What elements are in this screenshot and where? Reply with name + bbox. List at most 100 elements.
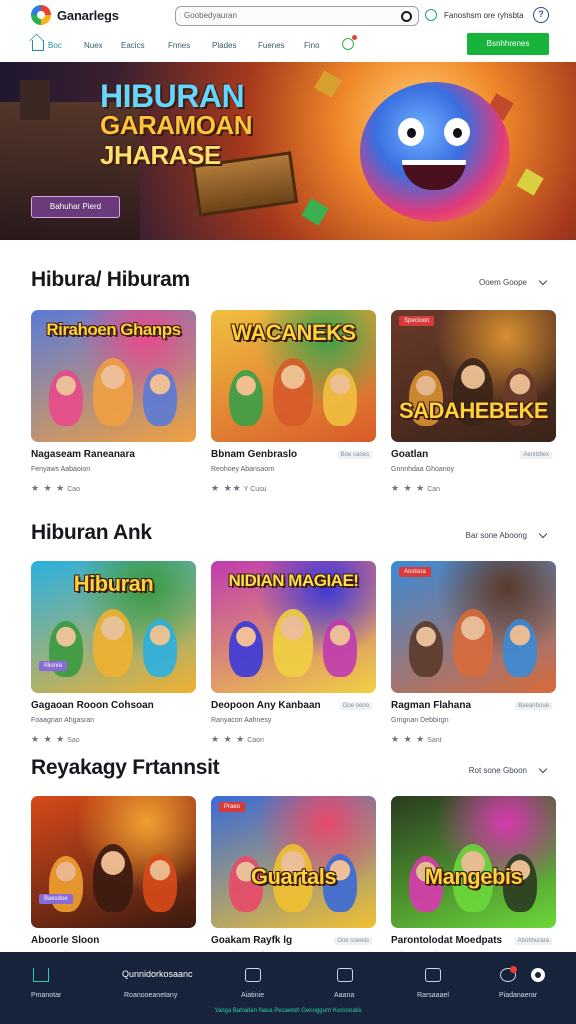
game-meta-badge: Ooe oeoo bbox=[339, 702, 372, 710]
game-title[interactable]: Aboorle Sloon bbox=[31, 935, 99, 946]
game-card[interactable]: SADAHEBEKE Spectoon Goatlan Aenrbbex Gnnnhda… bbox=[391, 310, 556, 498]
game-title[interactable]: Parontolodat Moedpats bbox=[391, 935, 502, 946]
top-bar: Ganarlegs Goobedyauran Fanoshsm ore ryhs… bbox=[0, 0, 576, 32]
brand-name[interactable]: Ganarlegs bbox=[57, 8, 119, 23]
character-figure bbox=[323, 368, 357, 426]
bottom-nav-label-6[interactable]: Piadanaerar bbox=[499, 992, 537, 999]
game-thumbnail[interactable]: Aostsoa bbox=[391, 561, 556, 693]
game-tag-badge: Spectoon bbox=[399, 316, 435, 326]
avatar[interactable] bbox=[531, 968, 545, 982]
notification-icon[interactable] bbox=[342, 35, 357, 50]
puzzle-icon[interactable] bbox=[425, 968, 441, 982]
chevron-down-icon[interactable] bbox=[538, 764, 548, 774]
rating-stars: ★ ★ ★ Can bbox=[391, 483, 440, 494]
game-card[interactable]: Hiburan Mionre Gagaoan Rooon Cohsoan Foaagn… bbox=[31, 561, 196, 749]
game-thumbnail[interactable]: Baesdoe bbox=[31, 796, 196, 928]
rating-stars: ★ ★ ★ Sant bbox=[391, 734, 442, 745]
star-icon: ★ ★★ bbox=[211, 483, 242, 493]
game-subtitle: Fenyaws Aabaoion bbox=[31, 466, 91, 473]
game-card[interactable]: Rirahoen Ghanps Nagaseam Raneanara Fenyaws… bbox=[31, 310, 196, 498]
star-icon: ★ ★ ★ bbox=[391, 483, 426, 493]
section-title: Reyakagy Frtannsit bbox=[31, 756, 220, 779]
game-thumbnail[interactable]: Rirahoen Ghanps bbox=[31, 310, 196, 442]
hero-title: HIBURAN GARAMOAN JHARASE bbox=[100, 80, 330, 170]
bottom-nav: Pmanotar Qunnidorkosaanc Roanooeanetany … bbox=[0, 952, 576, 1024]
gem-icon bbox=[516, 168, 544, 196]
game-thumbnail[interactable]: Guartals Praeo bbox=[211, 796, 376, 928]
game-thumbnail[interactable]: WACANEKS bbox=[211, 310, 376, 442]
game-art-title: Guartals bbox=[250, 864, 337, 889]
rating-stars: ★ ★★ Y Cusu bbox=[211, 483, 267, 494]
star-icon: ★ ★ ★ bbox=[31, 734, 66, 744]
account-link[interactable]: Fanoshsm ore ryhsbta bbox=[444, 11, 524, 20]
brand-logo-icon[interactable] bbox=[31, 5, 51, 25]
character-figure bbox=[143, 854, 177, 912]
game-subtitle: Gnnnhdaa Ghoanoy bbox=[391, 466, 455, 473]
section-title: Hibura/ Hiburam bbox=[31, 268, 190, 291]
nav-item-3[interactable]: Eacics bbox=[121, 41, 145, 50]
library-icon[interactable] bbox=[337, 968, 353, 982]
hero-banner[interactable]: HIBURAN GARAMOAN JHARASE Bahuhar Pierd bbox=[0, 62, 576, 240]
see-more-link[interactable]: Ooem Goope bbox=[479, 278, 527, 287]
game-card[interactable]: WACANEKS Bbnam Genbraslo Boe saoes Reohoey … bbox=[211, 310, 376, 498]
home-icon[interactable] bbox=[32, 40, 44, 51]
grid-icon[interactable] bbox=[245, 968, 261, 982]
chevron-down-icon[interactable] bbox=[538, 276, 548, 286]
search-input[interactable]: Goobedyauran bbox=[175, 6, 419, 26]
game-subtitle: Grngnan Debbirgn bbox=[391, 717, 449, 724]
character-figure bbox=[143, 619, 177, 677]
character-figure bbox=[503, 619, 537, 677]
alert-dot-icon bbox=[510, 966, 517, 973]
game-art-title: Mangebis bbox=[424, 864, 523, 889]
rating-stars: ★ ★ ★ Cao bbox=[31, 483, 80, 494]
hero-play-button[interactable]: Bahuhar Pierd bbox=[31, 196, 120, 218]
see-more-link[interactable]: Rot sone Gboon bbox=[469, 766, 527, 775]
game-tag-badge: Praeo bbox=[219, 802, 246, 812]
bottom-nav-label-5[interactable]: Rarsaaael bbox=[417, 992, 449, 999]
chevron-down-icon[interactable] bbox=[538, 529, 548, 539]
bottom-nav-label-4[interactable]: Aaana bbox=[334, 992, 354, 999]
game-subtitle: Foaagnan Ahgasran bbox=[31, 717, 95, 724]
game-title[interactable]: Ragman Flahana bbox=[391, 700, 471, 711]
game-title[interactable]: Nagaseam Raneanara bbox=[31, 449, 135, 460]
bottom-nav-center-title[interactable]: Qunnidorkosaanc bbox=[122, 969, 193, 979]
game-art-title: WACANEKS bbox=[231, 320, 356, 345]
see-more-link[interactable]: Bar sone Aboong bbox=[466, 531, 527, 540]
character-figure bbox=[273, 609, 313, 677]
bottom-nav-label-3[interactable]: Aiatinie bbox=[241, 992, 264, 999]
game-thumbnail[interactable]: SADAHEBEKE Spectoon bbox=[391, 310, 556, 442]
rating-count: Sao bbox=[67, 737, 80, 744]
nav-item-4[interactable]: Fnnes bbox=[168, 41, 190, 50]
primary-cta-button[interactable]: Bsnhhrenes bbox=[467, 33, 549, 55]
nav-item-5[interactable]: Plades bbox=[212, 41, 236, 50]
help-button[interactable]: ? bbox=[533, 7, 549, 23]
nav-item-2[interactable]: Nuex bbox=[84, 41, 103, 50]
game-card[interactable]: Aostsoa Ragman Flahana Baeanboue Grngnan De… bbox=[391, 561, 556, 749]
game-card[interactable]: NIDIAN MAGIAE! Deopoon Any Kanbaan Ooe oeo… bbox=[211, 561, 376, 749]
game-title[interactable]: Goakam Rayfk lg bbox=[211, 935, 292, 946]
game-title[interactable]: Goatlan bbox=[391, 449, 428, 460]
hero-title-line-3: JHARASE bbox=[100, 140, 221, 170]
star-icon: ★ ★ ★ bbox=[391, 734, 426, 744]
game-title[interactable]: Deopoon Any Kanbaan bbox=[211, 700, 321, 711]
hero-title-line-1: HIBURAN bbox=[100, 78, 245, 114]
game-tag-badge: Aostsoa bbox=[399, 567, 431, 577]
section-title: Hiburan Ank bbox=[31, 521, 152, 544]
nav-item-6[interactable]: Fuenes bbox=[258, 41, 285, 50]
game-thumbnail[interactable]: NIDIAN MAGIAE! bbox=[211, 561, 376, 693]
game-title[interactable]: Gagaoan Rooon Cohsoan bbox=[31, 700, 154, 711]
game-thumbnail[interactable]: Mangebis bbox=[391, 796, 556, 928]
game-title[interactable]: Bbnam Genbraslo bbox=[211, 449, 297, 460]
character-figure bbox=[453, 609, 493, 677]
nav-item-1[interactable]: Boc bbox=[48, 41, 62, 50]
bottom-nav-label-2[interactable]: Roanooeanetany bbox=[124, 992, 177, 999]
home-icon[interactable] bbox=[33, 968, 49, 982]
nav-item-7[interactable]: Fino bbox=[304, 41, 320, 50]
game-meta-badge: Ooe soeeiis bbox=[334, 937, 372, 945]
rating-count: Caon bbox=[247, 737, 264, 744]
game-thumbnail[interactable]: Hiburan Mionre bbox=[31, 561, 196, 693]
search-icon[interactable] bbox=[401, 11, 412, 22]
rating-stars: ★ ★ ★ Sao bbox=[31, 734, 80, 745]
bottom-nav-label-home[interactable]: Pmanotar bbox=[31, 992, 61, 999]
game-art-title: SADAHEBEKE bbox=[398, 398, 549, 423]
